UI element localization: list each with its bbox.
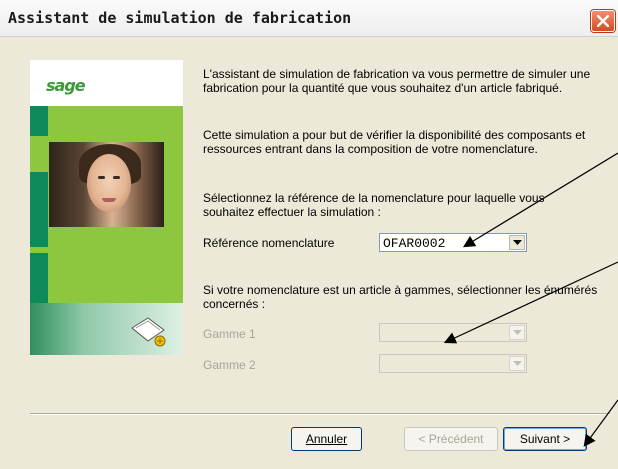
arrow-to-gamme bbox=[443, 261, 618, 344]
arrow-to-reference bbox=[462, 152, 618, 248]
annotation-arrows bbox=[443, 152, 618, 447]
arrow-to-next bbox=[583, 399, 618, 447]
